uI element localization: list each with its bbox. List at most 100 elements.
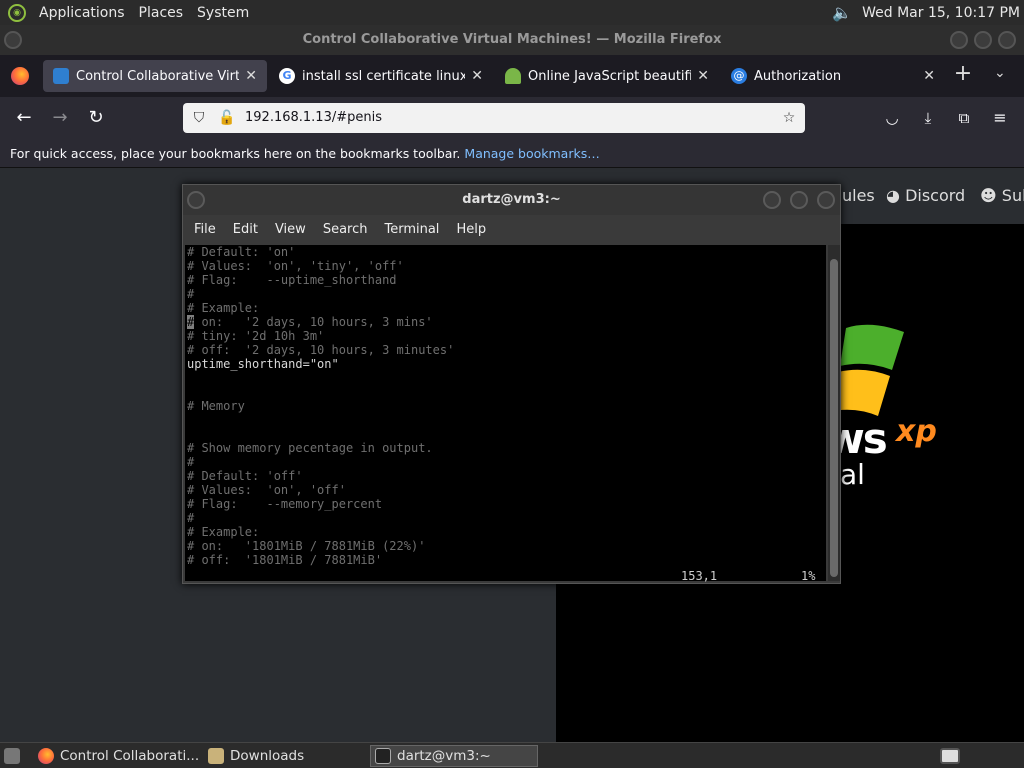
terminal-title: dartz@vm3:~ (462, 192, 561, 207)
terminal-line: # Example: (187, 525, 260, 539)
taskbar-terminal[interactable]: dartz@vm3:~ (370, 745, 538, 767)
volume-icon[interactable]: 🔈 (832, 3, 852, 22)
at-sign-icon: @ (731, 68, 747, 84)
menu-file[interactable]: File (187, 222, 226, 237)
url-text[interactable]: 192.168.1.13/#penis (245, 103, 382, 133)
navigation-toolbar: ← → ↻ ⛉ 🔓 192.168.1.13/#penis ☆ ◡ ⤓ ⧉ ≡ (0, 97, 1024, 139)
desktop-icon (4, 748, 20, 764)
taskbar-firefox[interactable]: Control Collaborati... (34, 745, 199, 767)
system-menu[interactable]: System (190, 5, 256, 21)
discord-label: Discord (905, 186, 966, 205)
insecure-lock-icon[interactable]: 🔓 (217, 103, 237, 133)
tab-label: Authorization (754, 68, 842, 84)
workspace-switcher[interactable] (936, 745, 966, 767)
close-tab-icon[interactable]: ✕ (245, 68, 257, 84)
subscribe-link[interactable]: ☻ Sub (980, 186, 1024, 205)
taskbar-downloads[interactable]: Downloads (204, 745, 304, 767)
monitor-icon (53, 68, 69, 84)
terminal-window[interactable]: dartz@vm3:~ File Edit View Search Termin… (182, 184, 841, 584)
bottom-taskbar: Control Collaborati... Downloads dartz@v… (0, 742, 1024, 768)
bookmark-star-icon[interactable]: ☆ (779, 103, 799, 133)
terminal-line: # Show memory pecentage in output. (187, 441, 433, 455)
minimize-icon[interactable] (950, 31, 968, 49)
tab-label: Control Collaborative Virtual Machines! (76, 68, 240, 84)
terminal-menubar: File Edit View Search Terminal Help (183, 215, 840, 243)
reload-icon[interactable]: ↻ (83, 105, 109, 131)
tab-google-search[interactable]: G install ssl certificate linux - Google… (269, 60, 493, 92)
gnome-foot-icon[interactable]: ◉ (8, 3, 26, 22)
downloads-icon[interactable]: ⤓ (915, 105, 941, 131)
close-window-icon[interactable] (998, 31, 1016, 49)
terminal-line: # Memory (187, 399, 245, 413)
url-bar[interactable]: ⛉ 🔓 192.168.1.13/#penis ☆ (183, 103, 805, 133)
folder-icon (208, 748, 224, 764)
rules-link[interactable]: ules (842, 186, 875, 205)
terminal-line: uptime_shorthand="on" (187, 357, 339, 371)
tab-label: install ssl certificate linux - Google S… (302, 68, 466, 84)
window-menu-icon[interactable] (4, 31, 22, 49)
maximize-icon[interactable] (790, 191, 808, 209)
terminal-scrollbar[interactable] (828, 245, 840, 581)
new-tab-icon[interactable]: + (950, 61, 976, 86)
window-menu-icon[interactable] (187, 191, 205, 209)
window-title: Control Collaborative Virtual Machines! … (302, 32, 722, 47)
menu-terminal[interactable]: Terminal (377, 222, 449, 237)
terminal-line: # Values: 'on', 'off' (187, 483, 346, 497)
bookmarks-hint: For quick access, place your bookmarks h… (10, 146, 461, 161)
tracking-shield-icon[interactable]: ⛉ (189, 103, 209, 133)
terminal-line: # off: '1801MiB / 7881MiB' (187, 553, 383, 567)
firefox-titlebar: Control Collaborative Virtual Machines! … (0, 25, 1024, 55)
menu-search[interactable]: Search (316, 222, 378, 237)
forward-icon[interactable]: → (47, 105, 73, 131)
terminal-line: # Example: (187, 301, 260, 315)
back-icon[interactable]: ← (11, 105, 37, 131)
close-window-icon[interactable] (817, 191, 835, 209)
clock[interactable]: Wed Mar 15, 10:17 PM (862, 5, 1020, 21)
workspace-icon (940, 748, 960, 764)
terminal-line: # (187, 455, 195, 469)
close-tab-icon[interactable]: ✕ (923, 68, 935, 84)
beautifier-icon (505, 68, 521, 84)
show-desktop-icon[interactable] (2, 745, 22, 767)
terminal-output[interactable]: # Default: 'on' # Values: 'on', 'tiny', '… (185, 245, 826, 581)
bookmarks-toolbar: For quick access, place your bookmarks h… (0, 139, 1024, 168)
firefox-icon (38, 748, 54, 764)
pocket-icon[interactable]: ◡ (879, 105, 905, 131)
applications-menu[interactable]: Applications (32, 5, 132, 21)
terminal-titlebar[interactable]: dartz@vm3:~ (183, 185, 840, 215)
discord-link[interactable]: ◕ Discord (886, 186, 965, 205)
terminal-line: # Flag: --uptime_shorthand (187, 273, 397, 287)
menu-help[interactable]: Help (449, 222, 496, 237)
terminal-line: # off: '2 days, 10 hours, 3 minutes' (187, 343, 455, 357)
terminal-line: # Default: 'off' (187, 469, 303, 483)
manage-bookmarks-link[interactable]: Manage bookmarks… (464, 146, 599, 161)
terminal-icon (375, 748, 391, 764)
close-tab-icon[interactable]: ✕ (471, 68, 483, 84)
menu-view[interactable]: View (268, 222, 316, 237)
tab-js-beautifier[interactable]: Online JavaScript beautifier ✕ (495, 60, 719, 92)
tab-control-collaborative[interactable]: Control Collaborative Virtual Machines! … (43, 60, 267, 92)
terminal-line: # Values: 'on', 'tiny', 'off' (187, 259, 404, 273)
terminal-line: # on: '2 days, 10 hours, 3 mins' (187, 315, 433, 329)
minimize-icon[interactable] (763, 191, 781, 209)
discord-icon: ◕ (886, 186, 900, 205)
scrollbar-thumb[interactable] (830, 259, 838, 577)
google-icon: G (279, 68, 295, 84)
places-menu[interactable]: Places (132, 5, 191, 21)
firefox-view-icon[interactable] (11, 67, 29, 85)
menu-edit[interactable]: Edit (226, 222, 268, 237)
text-cursor: # (187, 315, 195, 329)
extensions-icon[interactable]: ⧉ (951, 105, 977, 131)
taskbar-label: Control Collaborati... (60, 748, 200, 764)
menu-icon[interactable]: ≡ (987, 105, 1013, 131)
terminal-line: # (187, 511, 195, 525)
maximize-icon[interactable] (974, 31, 992, 49)
tab-label: Online JavaScript beautifier (528, 68, 692, 84)
close-tab-icon[interactable]: ✕ (697, 68, 709, 84)
taskbar-label: dartz@vm3:~ (397, 748, 491, 764)
list-tabs-icon[interactable]: ⌄ (994, 65, 1006, 81)
tab-authorization[interactable]: @ Authorization ✕ (721, 60, 945, 92)
